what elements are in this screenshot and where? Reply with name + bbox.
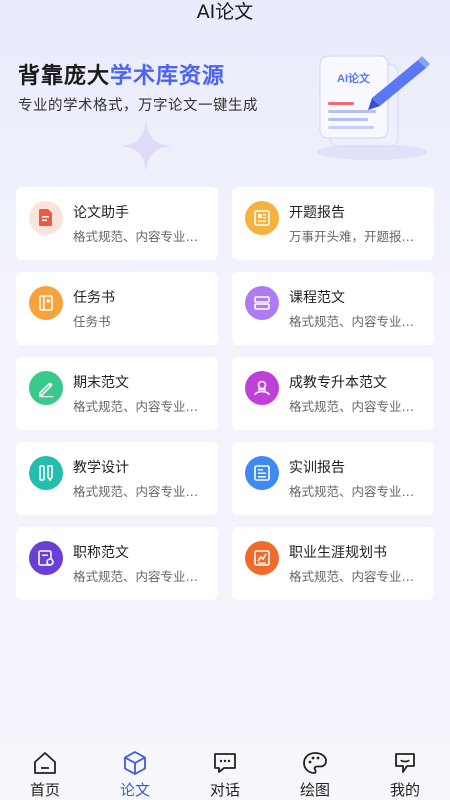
card-title: 课程范文 [289,290,345,306]
card-final-sample[interactable]: 期末范文 格式规范、内容专业… [16,357,218,430]
document-pen-icon [39,209,52,226]
card-career-planning[interactable]: 职业生涯规划书 格式规范、内容专业… [232,527,434,600]
card-professional-title[interactable]: 职称范文 格式规范、内容专业… [16,527,218,600]
ruler-pencil-icon [39,465,53,482]
hero-title: 背靠庞大学术库资源 [18,58,225,90]
card-training-report[interactable]: 实训报告 格式规范、内容专业… [232,442,434,515]
card-subtitle: 万事开头难，开题报… [289,229,415,244]
card-title: 职称范文 [73,545,129,561]
home-icon [34,752,56,774]
stack-icon [254,296,270,310]
card-subtitle: 格式规范、内容专业… [73,484,199,499]
card-icon-badge [29,286,63,320]
tab-thesis[interactable]: 论文 [90,744,180,800]
card-icon-badge [29,456,63,490]
card-icon-badge [29,371,63,405]
sparkle-icon [120,120,172,172]
feature-grid: 论文助手 格式规范、内容专业… 开题报告 万事开头难，开题报… 任务书 任务书 … [16,187,434,600]
pencil-paper-icon [39,382,53,398]
tab-label: 对话 [209,781,240,799]
card-title: 期末范文 [73,375,129,391]
card-subtitle: 格式规范、内容专业… [289,399,415,414]
hero-subtitle: 专业的学术格式，万字论文一键生成 [18,98,258,114]
card-subtitle: 格式规范、内容专业… [289,569,415,584]
palette-icon [303,752,327,774]
card-icon-badge [29,201,63,235]
card-teaching-design[interactable]: 教学设计 格式规范、内容专业… [16,442,218,515]
tab-drawing[interactable]: 绘图 [270,744,360,800]
report-icon [254,465,270,481]
card-subtitle: 格式规范、内容专业… [289,484,415,499]
tab-mine[interactable]: 我的 [360,744,450,800]
tab-label: 论文 [119,781,150,799]
illustration-label: AI论文 [337,71,371,85]
hero-title-highlight: 学术库资源 [110,64,226,89]
card-title: 职业生涯规划书 [289,545,387,561]
card-title: 开题报告 [289,205,345,221]
card-subtitle: 格式规范、内容专业… [73,399,199,414]
profile-icon [395,753,415,773]
card-subtitle: 任务书 [73,314,111,329]
card-title: 任务书 [73,290,115,306]
card-course-sample[interactable]: 课程范文 格式规范、内容专业… [232,272,434,345]
card-icon-badge [245,286,279,320]
card-icon-badge [245,541,279,575]
app-screen: AI论文 背靠庞大学术库资源 专业的学术格式，万字论文一键生成 AI论文 论文助… [0,0,450,800]
tab-chat[interactable]: 对话 [180,744,270,800]
card-icon-badge [245,201,279,235]
tab-home[interactable]: 首页 [0,744,90,800]
tab-label: 首页 [29,781,60,799]
card-title: 教学设计 [73,460,129,476]
certificate-icon [38,550,54,566]
card-subtitle: 格式规范、内容专业… [73,229,199,244]
card-icon-badge [245,456,279,490]
career-icon [254,550,270,566]
cube-icon [124,751,146,775]
graduate-icon [254,380,270,396]
card-icon-badge [245,371,279,405]
page-title: AI论文 [196,1,254,23]
hero-illustration: AI论文 [317,55,430,160]
hero-title-prefix: 背靠庞大 [18,64,111,89]
card-title: 论文助手 [73,205,129,221]
card-adult-education[interactable]: 成教专升本范文 格式规范、内容专业… [232,357,434,430]
notebook-icon [39,295,53,311]
card-thesis-assistant[interactable]: 论文助手 格式规范、内容专业… [16,187,218,260]
card-proposal-report[interactable]: 开题报告 万事开头难，开题报… [232,187,434,260]
card-title: 实训报告 [289,460,345,476]
card-title: 成教专升本范文 [289,375,387,391]
tab-label: 我的 [389,781,420,799]
card-icon-badge [29,541,63,575]
card-subtitle: 格式规范、内容专业… [73,569,199,584]
tab-label: 绘图 [299,781,330,799]
chat-icon [214,753,236,773]
card-task-book[interactable]: 任务书 任务书 [16,272,218,345]
newspaper-icon [254,210,270,226]
bottom-tab-bar: 首页 论文 对话 绘图 我的 [0,744,450,800]
card-subtitle: 格式规范、内容专业… [289,314,415,329]
